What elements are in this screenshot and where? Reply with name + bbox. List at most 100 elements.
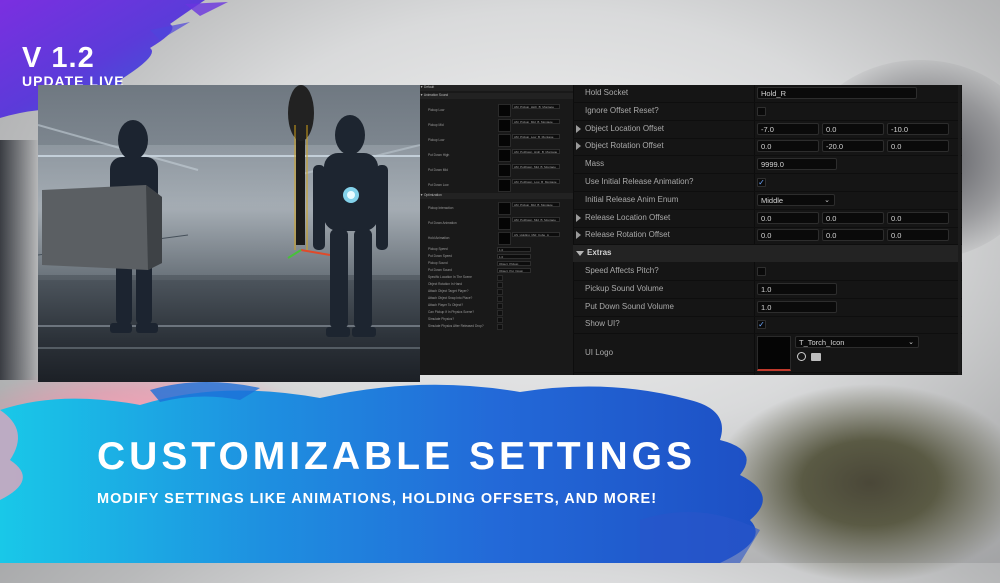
property-value-field[interactable]: Hold_R xyxy=(757,87,917,99)
panel-scrollbar[interactable] xyxy=(958,85,961,375)
details-row: Put Down Sound Volume 1.0 xyxy=(573,299,962,317)
property-checkbox[interactable]: ✓ xyxy=(757,320,766,330)
vector-component-field[interactable]: 0.0 xyxy=(887,140,949,153)
details-row: Speed Affects Pitch? xyxy=(573,263,962,281)
property-value-field[interactable]: 1.0 xyxy=(757,300,837,313)
mini-asset-dropdown[interactable]: 1.0 xyxy=(497,247,531,252)
mini-row-label: Pickup Low xyxy=(428,138,445,142)
details-row: Pickup Sound Volume 1.0 xyxy=(573,281,962,299)
vector-component-field[interactable]: 0.0 xyxy=(757,229,819,242)
mini-option-label: Object Rotation In Hand xyxy=(428,282,463,286)
browse-folder-icon[interactable] xyxy=(811,353,821,362)
mini-checkbox[interactable] xyxy=(497,289,503,295)
mini-asset-dropdown[interactable]: AM_Pickup_High_B_Montage xyxy=(512,104,560,109)
mini-row-label: Put Down Mid xyxy=(428,168,448,172)
asset-thumbnail xyxy=(498,104,511,117)
details-row: Ignore Offset Reset? xyxy=(573,103,962,121)
mini-row-label: Put Down Low xyxy=(428,183,449,187)
mini-checkbox[interactable] xyxy=(497,317,503,323)
character-right xyxy=(313,115,388,337)
mini-asset-dropdown[interactable]: AM_Pickup_Low_B_Montage xyxy=(512,134,560,139)
background-left-shadow xyxy=(0,140,40,380)
mini-asset-dropdown[interactable]: Object_Put_Down xyxy=(497,268,531,273)
details-row: Mass 9999.0 xyxy=(573,156,962,175)
mini-asset-dropdown[interactable]: AM_Pickup_Mid_B_Montage xyxy=(512,119,560,124)
expand-arrow-icon[interactable] xyxy=(576,124,581,133)
vector-component-field[interactable]: 0.0 xyxy=(887,229,949,242)
mini-asset-dropdown[interactable]: AM_Pickup_Mid_B_Montage xyxy=(512,202,560,207)
headline-subtitle: MODIFY SETTINGS LIKE ANIMATIONS, HOLDING… xyxy=(97,491,658,507)
mini-checkbox[interactable] xyxy=(497,310,503,316)
viewport-scene xyxy=(38,85,420,337)
vector-component-field[interactable]: 0.0 xyxy=(822,122,884,135)
property-label: Use Initial Release Animation? xyxy=(585,177,694,186)
mini-row-label: Pickup Sound xyxy=(428,261,448,265)
mini-asset-dropdown[interactable]: AM_PutDown_Mid_B_Montage xyxy=(512,164,560,169)
mini-row-label: Put Down Animation xyxy=(428,221,457,225)
expand-arrow-icon[interactable] xyxy=(576,231,581,240)
vector-component-field[interactable]: -20.0 xyxy=(822,140,884,153)
mini-checkbox[interactable] xyxy=(497,296,503,302)
mini-row-label: Pickup Low xyxy=(428,108,445,112)
vector-component-field[interactable]: 0.0 xyxy=(757,140,819,153)
mini-option-label: Specific Location In The Scene xyxy=(428,275,472,279)
mini-option-label: Attach Player To Object? xyxy=(428,303,464,307)
mini-checkbox[interactable] xyxy=(497,275,503,281)
mini-option-label: Attach Object Snap Into Place? xyxy=(428,296,473,300)
mini-row-label: Hold Animation xyxy=(428,236,450,240)
asset-thumbnail xyxy=(498,232,511,245)
property-value-field[interactable]: 9999.0 xyxy=(757,158,837,171)
mini-asset-dropdown[interactable]: Object_Pickup xyxy=(497,261,531,266)
details-row-ui-logo: UI Logo T_Torch_Icon ⌄ xyxy=(573,334,962,374)
vector-component-field[interactable]: 0.0 xyxy=(887,211,949,224)
mini-asset-dropdown[interactable]: 1.0 xyxy=(497,254,531,259)
vector-component-field[interactable]: -10.0 xyxy=(887,122,949,135)
game-viewport[interactable] xyxy=(38,85,420,382)
mini-asset-dropdown[interactable]: AM_PutDown_High_B_Montage xyxy=(512,149,560,154)
mini-asset-dropdown[interactable]: AM_PutDown_Mid_B_Montage xyxy=(512,217,560,222)
property-label: Speed Affects Pitch? xyxy=(585,266,659,275)
details-row: Show UI? ✓ xyxy=(573,316,962,335)
use-selected-icon[interactable] xyxy=(797,352,806,362)
mini-asset-dropdown[interactable]: AM_PutDown_Low_B_Montage xyxy=(512,179,560,184)
property-checkbox[interactable]: ✓ xyxy=(757,178,766,187)
mini-checkbox[interactable] xyxy=(497,324,503,330)
asset-thumbnail xyxy=(498,202,511,215)
property-value-field[interactable]: 1.0 xyxy=(757,282,837,295)
section-header-extras[interactable]: Extras xyxy=(573,245,962,263)
section-header-default[interactable]: ▼ Default xyxy=(420,85,573,91)
property-label: UI Logo xyxy=(585,348,614,358)
property-label: Initial Release Anim Enum xyxy=(585,194,679,204)
asset-thumbnail xyxy=(498,217,511,230)
section-header-optimization[interactable]: ▼ Optimization xyxy=(420,193,573,199)
mini-checkbox[interactable] xyxy=(497,282,503,288)
details-row: Hold Socket Hold_R xyxy=(573,85,962,103)
mini-option-label: Attach Object Target Player? xyxy=(428,289,469,293)
property-checkbox[interactable] xyxy=(757,106,766,116)
expand-arrow-icon[interactable] xyxy=(576,213,581,222)
mini-option-label: Can Pickup If In Physics Scene? xyxy=(428,310,475,314)
property-label: Object Rotation Offset xyxy=(585,141,664,151)
vector-component-field[interactable]: 0.0 xyxy=(822,211,884,224)
asset-picker-dropdown[interactable]: T_Torch_Icon ⌄ xyxy=(795,336,919,349)
vector-component-field[interactable]: -7.0 xyxy=(757,122,819,135)
asset-thumbnail xyxy=(498,164,511,177)
version-label: V 1.2 xyxy=(22,42,95,74)
asset-thumbnail xyxy=(757,336,791,372)
mini-option-label: Simulate Physics After Released Drop? xyxy=(428,324,484,328)
section-header-animation[interactable]: ▼ Animation Sound xyxy=(420,93,573,99)
details-row: Object Location Offset -7.0 0.0 -10.0 xyxy=(573,121,962,139)
mini-asset-dropdown[interactable]: AS_Holding_Mid_Cube_A xyxy=(512,232,560,237)
mini-details-panel: ▼ Default ▼ Animation Sound Pickup Low AM_… xyxy=(420,85,574,375)
details-row: Release Rotation Offset 0.0 0.0 0.0 xyxy=(573,227,962,246)
collapse-arrow-icon xyxy=(576,251,584,257)
enum-dropdown[interactable]: Middle ⌄ xyxy=(757,193,835,206)
details-row: Release Location Offset 0.0 0.0 0.0 xyxy=(573,210,962,228)
property-checkbox[interactable] xyxy=(757,267,766,276)
vector-component-field[interactable]: 0.0 xyxy=(757,211,819,224)
vector-component-field[interactable]: 0.0 xyxy=(822,229,884,242)
chevron-down-icon: ⌄ xyxy=(824,196,830,204)
expand-arrow-icon[interactable] xyxy=(576,142,581,151)
mini-checkbox[interactable] xyxy=(497,303,503,309)
mini-row-label: Pickup Mid xyxy=(428,123,444,127)
